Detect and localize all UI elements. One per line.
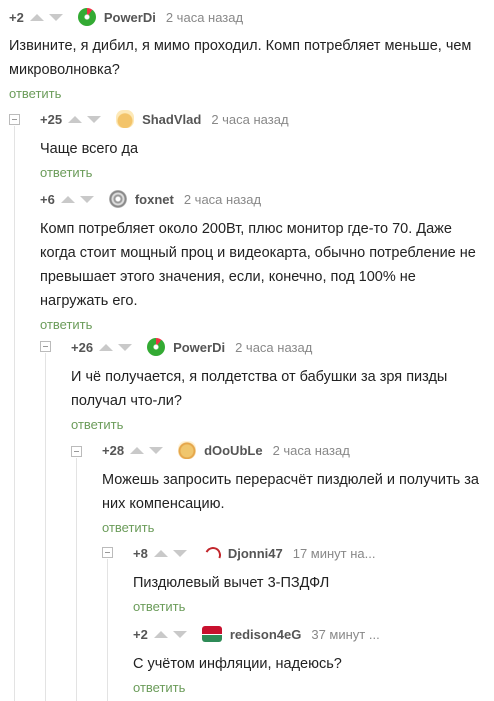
downvote-icon[interactable]	[48, 13, 63, 21]
comment-header: +25 ShadVlad 2 часа назад	[40, 109, 485, 129]
downvote-icon[interactable]	[149, 446, 164, 454]
collapse-toggle[interactable]	[102, 547, 113, 558]
comment: +28 dOoUbLe 2 часа назад Можешь запросит…	[102, 440, 482, 535]
downvote-icon[interactable]	[87, 115, 102, 123]
comment-rating: +26	[71, 339, 94, 355]
comment-author[interactable]: PowerDi	[104, 10, 156, 25]
comment-text: Чаще всего да	[40, 141, 139, 157]
collapse-toggle[interactable]	[40, 341, 51, 352]
comment-header: +2 PowerDi 2 часа назад	[9, 7, 485, 27]
upvote-icon[interactable]	[130, 446, 145, 454]
comment-text: И чё получается, я полдетства от бабушки…	[71, 369, 448, 409]
comment-text: Комп потребляет около 200Вт, плюс монито…	[40, 221, 476, 309]
vote-controls	[130, 446, 168, 454]
comment-author[interactable]: PowerDi	[173, 340, 225, 355]
comment-header: +8 Djonni47 17 минут на...	[133, 543, 488, 563]
comment-rating: +2	[9, 9, 24, 25]
comment-author[interactable]: redison4eG	[230, 627, 302, 642]
collapse-toggle[interactable]	[71, 446, 82, 457]
vote-controls	[60, 195, 99, 203]
thread-line	[45, 353, 46, 701]
comment-time[interactable]: 17 минут на...	[293, 546, 376, 561]
comment: +6 foxnet 2 часа назад Комп потребляет о…	[40, 189, 480, 332]
comment-text: Извините, я дибил, я мимо проходил. Комп…	[9, 38, 472, 78]
upvote-icon[interactable]	[153, 549, 168, 557]
comment-text: Можешь запросить перерасчёт пиздюлей и п…	[102, 472, 479, 512]
thread-line	[107, 559, 108, 701]
comment-author[interactable]: foxnet	[135, 192, 174, 207]
comment-author[interactable]: ShadVlad	[142, 112, 201, 127]
comment-header: +6 foxnet 2 часа назад	[40, 189, 480, 209]
comment-rating: +28	[102, 442, 125, 458]
comment-rating: +6	[40, 191, 55, 207]
downvote-icon[interactable]	[79, 195, 94, 203]
comment: +25 ShadVlad 2 часа назад Чаще всего да …	[40, 109, 485, 180]
disc-icon[interactable]	[108, 190, 127, 208]
thread-line	[14, 126, 15, 701]
downvote-icon[interactable]	[172, 549, 187, 557]
comment-header: +26 PowerDi 2 часа назад	[71, 337, 476, 357]
face-icon[interactable]	[116, 110, 135, 128]
comment: +2 PowerDi 2 часа назад Извините, я диби…	[9, 7, 485, 101]
clover-icon[interactable]	[77, 8, 96, 26]
upvote-icon[interactable]	[60, 195, 75, 203]
downvote-icon[interactable]	[172, 630, 187, 638]
vote-controls	[99, 343, 137, 351]
clover-icon[interactable]	[147, 338, 166, 356]
vote-controls	[153, 630, 192, 638]
comment-rating: +2	[133, 626, 148, 642]
collapse-toggle[interactable]	[9, 114, 20, 125]
comment-text: Пиздюлевый вычет 3-ПЗДФЛ	[133, 575, 330, 591]
flag-icon[interactable]	[201, 626, 222, 642]
comment: +8 Djonni47 17 минут на... Пиздюлевый вы…	[133, 543, 488, 614]
face-icon[interactable]	[178, 441, 197, 459]
vote-controls	[68, 115, 106, 123]
upvote-icon[interactable]	[153, 630, 168, 638]
reply-link[interactable]: ответить	[133, 599, 488, 614]
reply-link[interactable]: ответить	[71, 417, 476, 432]
reply-link[interactable]: ответить	[40, 317, 480, 332]
comment-time[interactable]: 2 часа назад	[166, 10, 243, 25]
upvote-icon[interactable]	[68, 115, 83, 123]
comment-author[interactable]: Djonni47	[228, 546, 283, 561]
upvote-icon[interactable]	[29, 13, 44, 21]
comment-rating: +8	[133, 545, 148, 561]
comment: +2 redison4eG 37 минут ... С учётом инфл…	[133, 624, 488, 695]
comment-header: +28 dOoUbLe 2 часа назад	[102, 440, 482, 460]
comment-header: +2 redison4eG 37 минут ...	[133, 624, 488, 644]
comment-time[interactable]: 2 часа назад	[184, 192, 261, 207]
comment-author[interactable]: dOoUbLe	[204, 443, 263, 458]
swirl-icon[interactable]	[201, 544, 220, 562]
vote-controls	[29, 13, 68, 21]
comment-time[interactable]: 37 минут ...	[311, 627, 379, 642]
reply-link[interactable]: ответить	[40, 165, 485, 180]
comment: +26 PowerDi 2 часа назад И чё получается…	[71, 337, 476, 432]
comment-time[interactable]: 2 часа назад	[273, 443, 350, 458]
comment-text: С учётом инфляции, надеюсь?	[133, 656, 342, 672]
comment-time[interactable]: 2 часа назад	[235, 340, 312, 355]
comment-time[interactable]: 2 часа назад	[211, 112, 288, 127]
reply-link[interactable]: ответить	[133, 680, 488, 695]
reply-link[interactable]: ответить	[102, 520, 482, 535]
comment-rating: +25	[40, 111, 63, 127]
thread-line	[76, 458, 77, 701]
downvote-icon[interactable]	[118, 343, 133, 351]
vote-controls	[153, 549, 192, 557]
upvote-icon[interactable]	[99, 343, 114, 351]
reply-link[interactable]: ответить	[9, 86, 485, 101]
